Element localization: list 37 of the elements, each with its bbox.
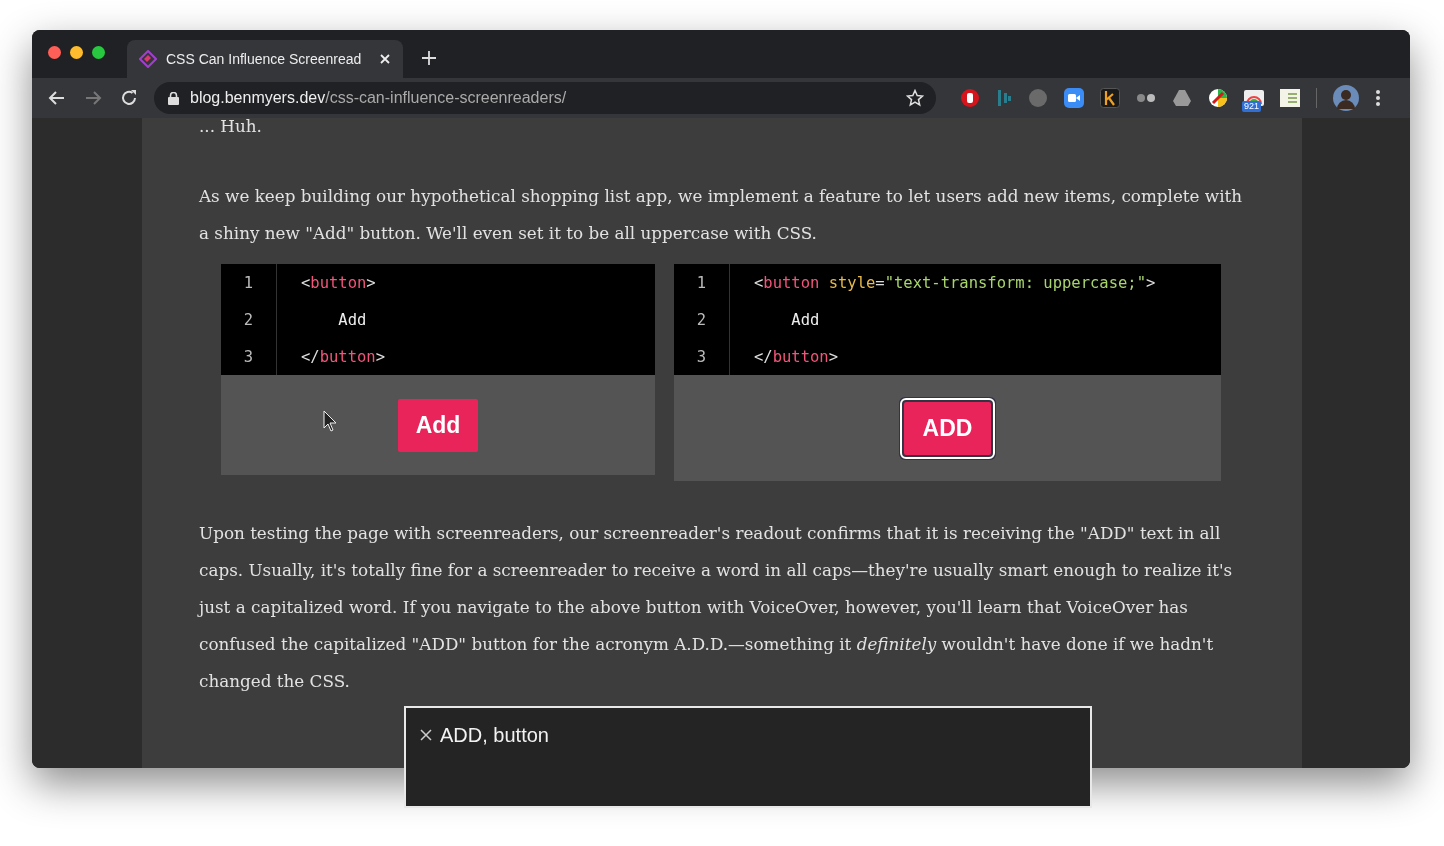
line-number: 1 bbox=[674, 264, 730, 301]
video-camera-icon[interactable] bbox=[1064, 88, 1084, 108]
lock-icon bbox=[168, 91, 179, 105]
new-tab-icon[interactable] bbox=[421, 50, 437, 66]
diamond-logo-icon bbox=[139, 50, 157, 68]
maximize-window-icon[interactable] bbox=[92, 45, 105, 59]
code-line: Add bbox=[337, 310, 367, 329]
forward-icon[interactable] bbox=[84, 89, 102, 107]
reload-icon[interactable] bbox=[120, 89, 138, 107]
add-button[interactable]: Add bbox=[397, 398, 479, 452]
count-badge: 921 bbox=[1242, 101, 1262, 112]
paragraph: ... Huh. bbox=[199, 118, 263, 138]
back-icon[interactable] bbox=[48, 89, 66, 107]
browser-tab[interactable]: CSS Can Influence Screenread bbox=[127, 40, 403, 78]
bookmark-star-icon[interactable] bbox=[906, 89, 924, 107]
url-text: blog.benmyers.dev/css-can-influence-screenreaders/ bbox=[190, 89, 568, 107]
address-bar[interactable]: blog.benmyers.dev/css-can-influence-screenreaders/ bbox=[154, 82, 936, 114]
line-number: 2 bbox=[221, 301, 277, 338]
code-line: </button> bbox=[753, 347, 838, 366]
line-number: 1 bbox=[221, 264, 277, 301]
paragraph: Upon testing the page with screenreaders, our screenreader's readout confirms that it is receiving the "ADD" text in all caps. Usually, it's totally fine for a screenreader to receive a word in all caps—they're usually smart enough to realize it's just a capitalized word. If you navigate to the above button with VoiceOver, however, you'll learn that VoiceOver has confused the capitalized "ADD" button for the acronym A.D.D.—something it definitely wouldn't have done if we hadn't changed the CSS. bbox=[199, 522, 1234, 693]
color-wheel-icon[interactable] bbox=[1208, 88, 1228, 108]
code-line: </button> bbox=[300, 347, 385, 366]
avatar-icon[interactable] bbox=[1333, 85, 1359, 111]
mouse-pointer-icon bbox=[323, 410, 337, 432]
k-letter-icon[interactable] bbox=[1100, 88, 1120, 108]
line-number: 2 bbox=[674, 301, 730, 338]
close-window-icon[interactable] bbox=[48, 45, 61, 59]
paragraph: As we keep building our hypothetical shopping list app, we implement a feature to let users add new items, complete with a shiny new "Add" button. We'll even set it to be all uppercase with CSS. bbox=[199, 185, 1244, 245]
bars-icon[interactable] bbox=[996, 88, 1012, 108]
menu-icon[interactable] bbox=[1375, 89, 1381, 107]
code-line: <button> bbox=[300, 273, 376, 292]
code-line: Add bbox=[790, 310, 820, 329]
caption-text: ADD, button bbox=[440, 725, 549, 745]
close-icon[interactable] bbox=[420, 729, 432, 741]
code-line: <button style="text-transform: uppercase;"> bbox=[753, 273, 1156, 292]
minimize-window-icon[interactable] bbox=[70, 45, 83, 59]
